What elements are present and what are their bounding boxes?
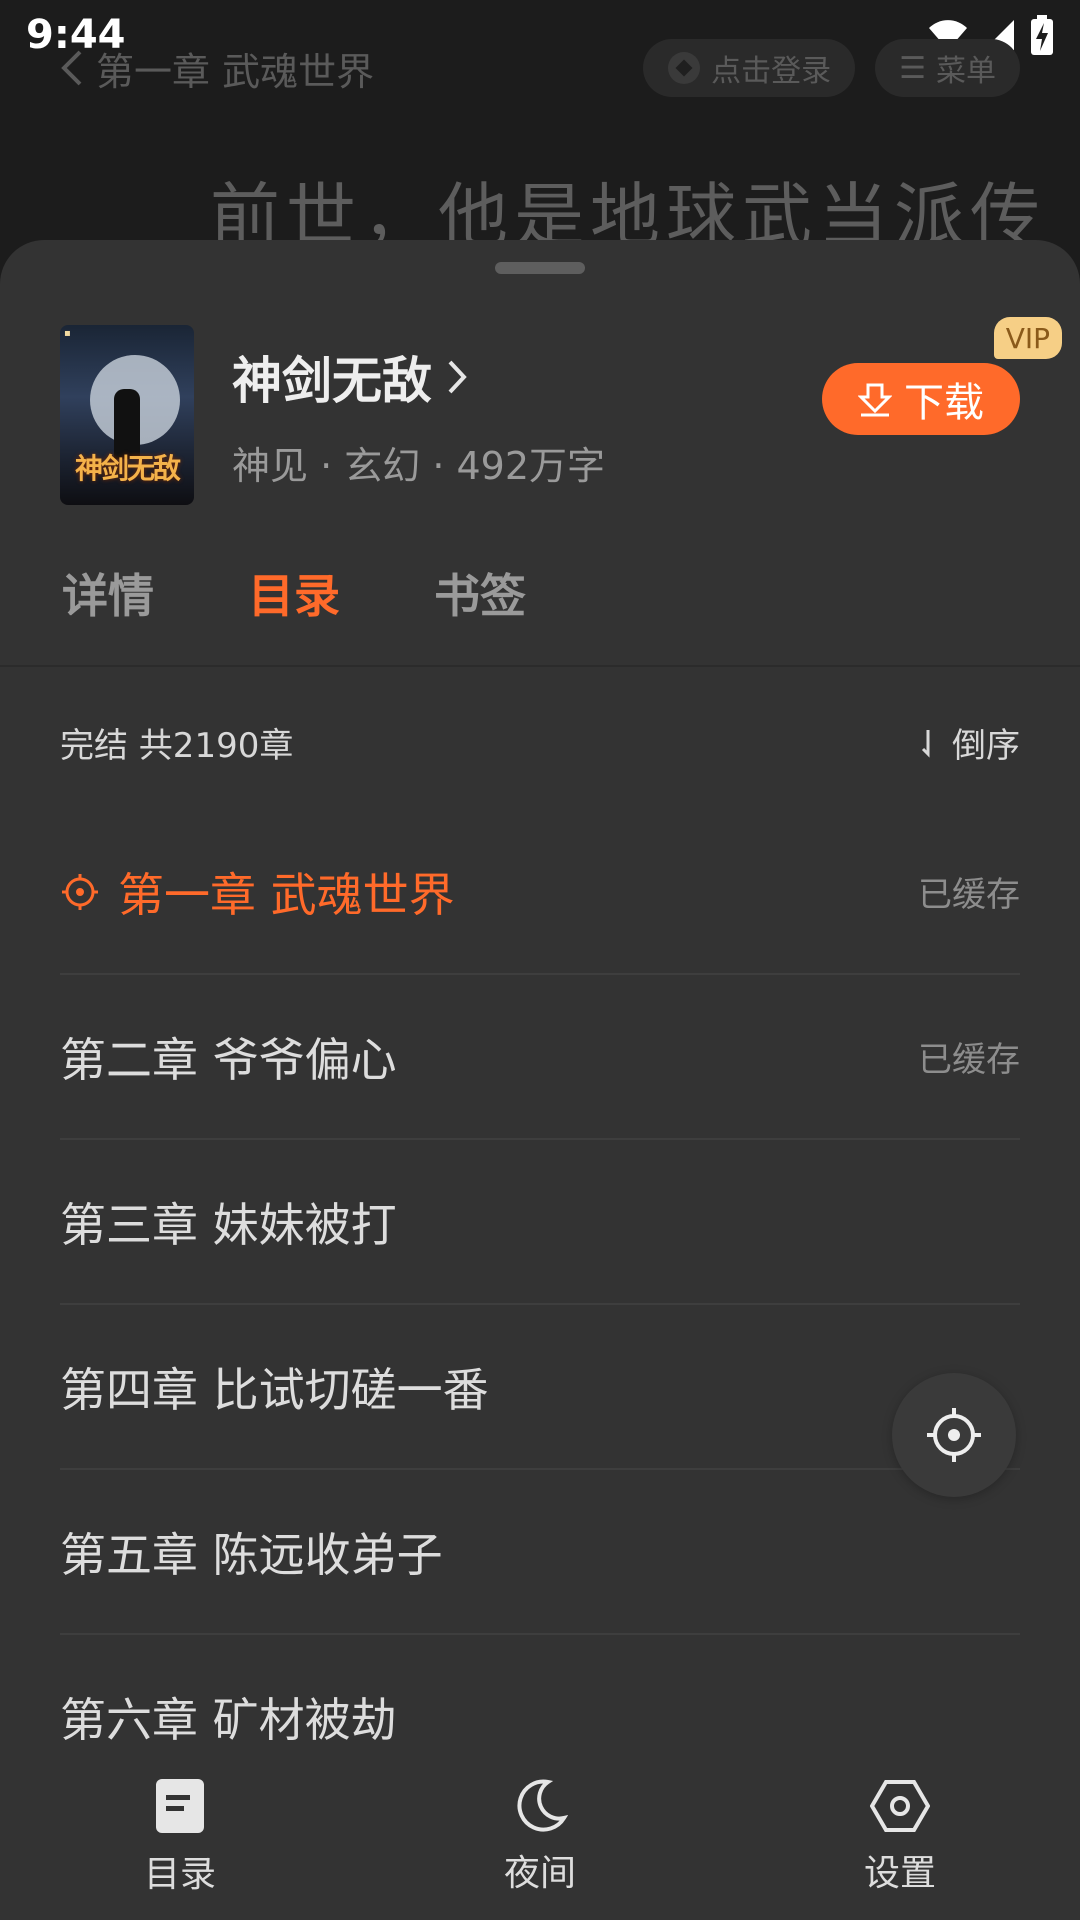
- current-location-icon: [62, 873, 98, 910]
- book-meta: 神见 · 玄幻 · 492万字: [232, 444, 606, 488]
- coin-icon: [668, 52, 701, 84]
- login-button[interactable]: 点击登录: [643, 39, 856, 97]
- book-title-link[interactable]: 神剑无敌: [232, 341, 468, 413]
- tab-details[interactable]: 详情: [62, 560, 154, 626]
- tab-divider: [0, 665, 1080, 667]
- chapter-item[interactable]: 第五章 陈远收弟子: [60, 1470, 1020, 1635]
- chapter-title: 第六章 矿材被劫: [60, 1692, 397, 1747]
- nav-catalog[interactable]: 目录: [120, 1754, 240, 1920]
- catalog-sheet: ▪ 神剑无敌 神剑无敌 神见 · 玄幻 · 492万字 下载 VIP 详情 目录…: [0, 240, 1080, 1920]
- drag-handle[interactable]: [495, 262, 585, 274]
- reader-actions: 点击登录 ☰ 菜单: [643, 39, 1020, 97]
- battery-charging-icon: [1031, 15, 1053, 55]
- reader-chapter-title: 第一章 武魂世界: [96, 49, 375, 94]
- chapter-title: 第一章 武魂世界: [118, 867, 455, 922]
- download-icon: [858, 383, 892, 417]
- login-label: 点击登录: [711, 54, 832, 89]
- tab-bookmarks[interactable]: 书签: [434, 560, 526, 626]
- cache-status: 已缓存: [918, 1040, 1020, 1080]
- settings-icon: [870, 1780, 930, 1832]
- reader-topbar: 第一章 武魂世界 点击登录 ☰ 菜单: [60, 28, 1020, 108]
- sort-desc-icon: [921, 729, 930, 758]
- nav-settings-label: 设置: [863, 1853, 936, 1894]
- reader-back-button[interactable]: 第一章 武魂世界: [60, 41, 374, 96]
- chevron-left-icon: [61, 50, 82, 86]
- chapter-item[interactable]: 第三章 妹妹被打: [60, 1140, 1020, 1305]
- chapter-title: 第五章 陈远收弟子: [60, 1527, 443, 1582]
- catalog-summary: 完结 共2190章 倒序: [60, 718, 1020, 767]
- moon-icon: [517, 1779, 568, 1832]
- chapter-current-left: 第一章 武魂世界: [60, 859, 455, 925]
- cover-title: 神剑无敌: [74, 452, 181, 485]
- tab-catalog[interactable]: 目录: [248, 560, 340, 626]
- book-title: 神剑无敌: [232, 352, 432, 410]
- chapter-title: 第四章 比试切磋一番: [60, 1362, 489, 1417]
- chapter-item[interactable]: 第二章 爷爷偏心 已缓存: [60, 975, 1020, 1140]
- chapter-title: 第二章 爷爷偏心: [60, 1032, 397, 1087]
- chapter-item[interactable]: 第四章 比试切磋一番: [60, 1305, 1020, 1470]
- cover-publisher-badge: ▪: [64, 328, 71, 339]
- crosshair-icon: [927, 1408, 981, 1462]
- locate-current-chapter-button[interactable]: [892, 1373, 1016, 1497]
- chapter-item-current[interactable]: 第一章 武魂世界 已缓存: [60, 810, 1020, 975]
- sort-toggle[interactable]: 倒序: [920, 718, 1020, 767]
- screen: 9:44 第一章 武魂世界 点击登录 ☰ 菜单 前世，他是地球武当派传 ▪ 神剑…: [0, 0, 1080, 1920]
- nav-catalog-label: 目录: [143, 1854, 216, 1895]
- book-cover[interactable]: ▪ 神剑无敌: [60, 325, 194, 505]
- tab-bar: 详情 目录 书签: [62, 560, 526, 626]
- menu-icon: ☰: [899, 50, 926, 86]
- catalog-icon: [156, 1779, 204, 1833]
- nav-night-label: 夜间: [503, 1853, 576, 1894]
- bottom-nav: 目录 夜间 设置: [0, 1754, 1080, 1920]
- sort-label: 倒序: [952, 726, 1020, 766]
- nav-settings[interactable]: 设置: [840, 1754, 960, 1920]
- chapter-count: 完结 共2190章: [60, 726, 294, 766]
- cache-status: 已缓存: [918, 875, 1020, 915]
- download-area: 下载 VIP: [820, 317, 1062, 435]
- book-header: ▪ 神剑无敌 神剑无敌 神见 · 玄幻 · 492万字 下载 VIP: [60, 317, 1062, 505]
- chapter-list: 第一章 武魂世界 已缓存 第二章 爷爷偏心 已缓存 第三章 妹妹被打 第四章 比…: [60, 810, 1020, 1798]
- chapter-title: 第三章 妹妹被打: [60, 1197, 397, 1252]
- download-label: 下载: [904, 380, 984, 426]
- chevron-right-icon: [448, 360, 467, 394]
- menu-label: 菜单: [936, 54, 996, 89]
- menu-button[interactable]: ☰ 菜单: [875, 39, 1020, 97]
- nav-night-mode[interactable]: 夜间: [480, 1754, 600, 1920]
- download-button[interactable]: 下载: [822, 363, 1020, 435]
- vip-badge: VIP: [993, 317, 1062, 359]
